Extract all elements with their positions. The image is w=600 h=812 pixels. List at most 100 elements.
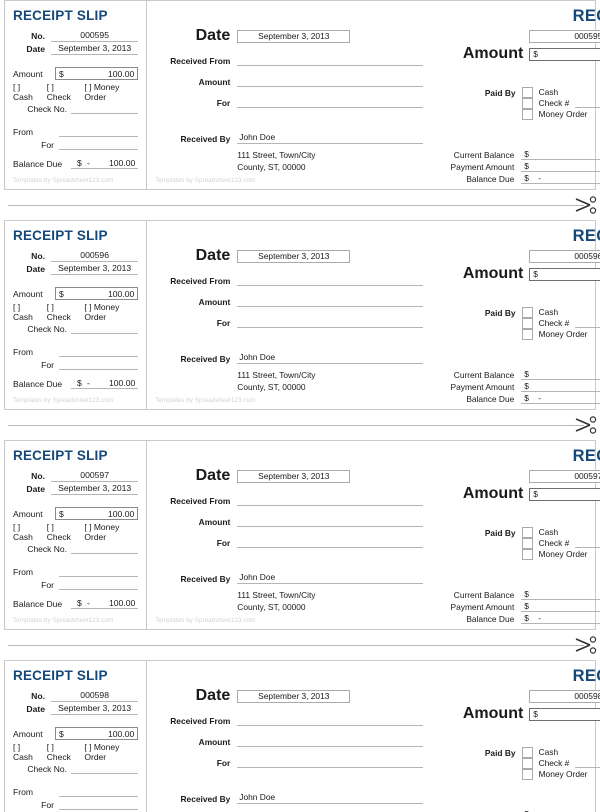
slip-from-input[interactable] [59,345,139,357]
receipt-paid-by-label: Paid By [484,748,516,758]
slip-amount-field[interactable]: $100.00 [55,287,139,300]
checkbox-check[interactable] [521,538,533,549]
receipt-received-by-value[interactable]: John Doe [237,572,424,584]
checkbox-cash[interactable] [521,307,533,318]
checkbox-check[interactable] [521,318,533,329]
receipt-card: RECEIPT SLIP No. 000596 Date September 3, 20… [4,220,600,410]
slip-for-input[interactable] [59,138,139,150]
slip-for-input[interactable] [59,578,139,590]
slip-from-input[interactable] [59,785,139,797]
receipt-amount-field[interactable]: $100.00 [529,47,600,61]
receipt-number-field[interactable]: 000596 [529,249,600,263]
receipt-amount-label: Amount [462,485,524,502]
slip-amount-field[interactable]: $100.00 [55,507,139,520]
balance-due-amount: 100.00 [556,393,600,403]
receipt-received-by-value[interactable]: John Doe [237,792,424,804]
paid-by-check-number-input[interactable] [575,539,600,548]
receipt-amount-field[interactable]: $100.00 [529,487,600,501]
currency-symbol: $ [524,381,529,391]
watermark-receipt: Templates by Spreadsheet123.com [155,617,256,624]
slip-amount-field[interactable]: $100.00 [55,727,139,740]
dash-symbol [538,589,556,599]
receipt-amount-field[interactable]: $100.00 [529,267,600,281]
checkbox-cash[interactable] [521,527,533,538]
receipt-block: RECEIPT SLIP No. 000598 Date September 3, 20… [0,660,600,812]
checkbox-cash[interactable] [521,747,533,758]
slip-option-money-order[interactable]: [ ] Money Order [84,522,138,542]
receipt-received-from-label: Received From [170,716,231,726]
receipt-amount-word-row: Amount [155,515,429,527]
receipt-amount-word-input[interactable] [237,735,424,747]
slip-from-row: From [13,565,139,577]
receipt-for-input[interactable] [237,756,424,768]
checkbox-money-order[interactable] [521,769,533,780]
slip-title: RECEIPT SLIP [13,448,108,463]
receipt-for-input[interactable] [237,316,424,328]
receipt-received-from-input[interactable] [237,494,424,506]
checkbox-money-order[interactable] [521,109,533,120]
balance-due-label: Balance Due [466,614,515,624]
receipt-received-by-value[interactable]: John Doe [237,352,424,364]
slip-check-no-input[interactable] [71,543,139,554]
currency-symbol: $ [524,173,529,183]
slip-option-check[interactable]: [ ] Check [47,742,78,762]
receipt-amount-label: Amount [462,705,524,722]
checkbox-money-order[interactable] [521,549,533,560]
slip-from-row: From [13,345,139,357]
receipt-for-input[interactable] [237,536,424,548]
receipt-amount-word-label: Amount [198,77,231,87]
receipt-date-field[interactable]: September 3, 2013 [237,689,351,703]
slip-for-input[interactable] [59,798,139,810]
checkbox-cash[interactable] [521,87,533,98]
slip-amount-field[interactable]: $100.00 [55,67,139,80]
slip-payment-options: [ ] Cash [ ] Check [ ] Money Order [13,742,138,762]
receipt-amount-word-input[interactable] [237,295,424,307]
receipt-received-by-value[interactable]: John Doe [237,132,424,144]
slip-option-money-order[interactable]: [ ] Money Order [84,82,138,102]
slip-check-no-input[interactable] [71,763,139,774]
receipt-amount-word-input[interactable] [237,515,424,527]
receipt-date-field[interactable]: September 3, 2013 [237,469,351,483]
slip-from-input[interactable] [59,125,139,137]
slip-from-input[interactable] [59,565,139,577]
paid-by-cash-label: Cash [538,527,559,537]
receipt-number-field[interactable]: 000595 [529,29,600,43]
slip-check-no-input[interactable] [71,103,139,114]
slip-option-cash[interactable]: [ ] Cash [13,82,40,102]
receipt-received-from-input[interactable] [237,274,424,286]
receipt-for-label: For [216,758,231,768]
slip-for-input[interactable] [59,358,139,370]
slip-option-cash[interactable]: [ ] Cash [13,302,40,322]
receipt-for-input[interactable] [237,96,424,108]
slip-amount-label: Amount [13,728,43,739]
slip-option-money-order[interactable]: [ ] Money Order [84,742,138,762]
checkbox-check[interactable] [521,98,533,109]
slip-option-check[interactable]: [ ] Check [47,82,78,102]
slip-option-cash[interactable]: [ ] Cash [13,742,40,762]
receipt-title: RECEIPT [572,667,600,685]
receipt-paid-by-col: Paid By Cash Check # Money Order [429,87,600,120]
dash-symbol: - [87,378,90,388]
slip-option-check[interactable]: [ ] Check [47,522,78,542]
slip-option-cash[interactable]: [ ] Cash [13,522,40,542]
receipt-paid-by-col: Paid By Cash Check # Money Order [429,527,600,560]
checkbox-money-order[interactable] [521,329,533,340]
receipt-number-field[interactable]: 000598 [529,689,600,703]
slip-check-no-input[interactable] [71,323,139,334]
receipt-received-from-input[interactable] [237,54,424,66]
checkbox-check[interactable] [521,758,533,769]
receipt-received-from-input[interactable] [237,714,424,726]
paid-by-check-number-input[interactable] [575,319,600,328]
receipt-amount-word-input[interactable] [237,75,424,87]
receipt-card: RECEIPT SLIP No. 000595 Date September 3, 20… [4,0,600,190]
slip-option-check[interactable]: [ ] Check [47,302,78,322]
receipt-amount-field[interactable]: $100.00 [529,707,600,721]
receipt-number-field[interactable]: 000597 [529,469,600,483]
receipt-date-field[interactable]: September 3, 2013 [237,249,351,263]
paid-by-check-number-input[interactable] [575,759,600,768]
slip-option-money-order[interactable]: [ ] Money Order [84,302,138,322]
paid-by-check-number-input[interactable] [575,99,600,108]
receipt-date-field[interactable]: September 3, 2013 [237,29,351,43]
slip-from-row: From [13,125,139,137]
